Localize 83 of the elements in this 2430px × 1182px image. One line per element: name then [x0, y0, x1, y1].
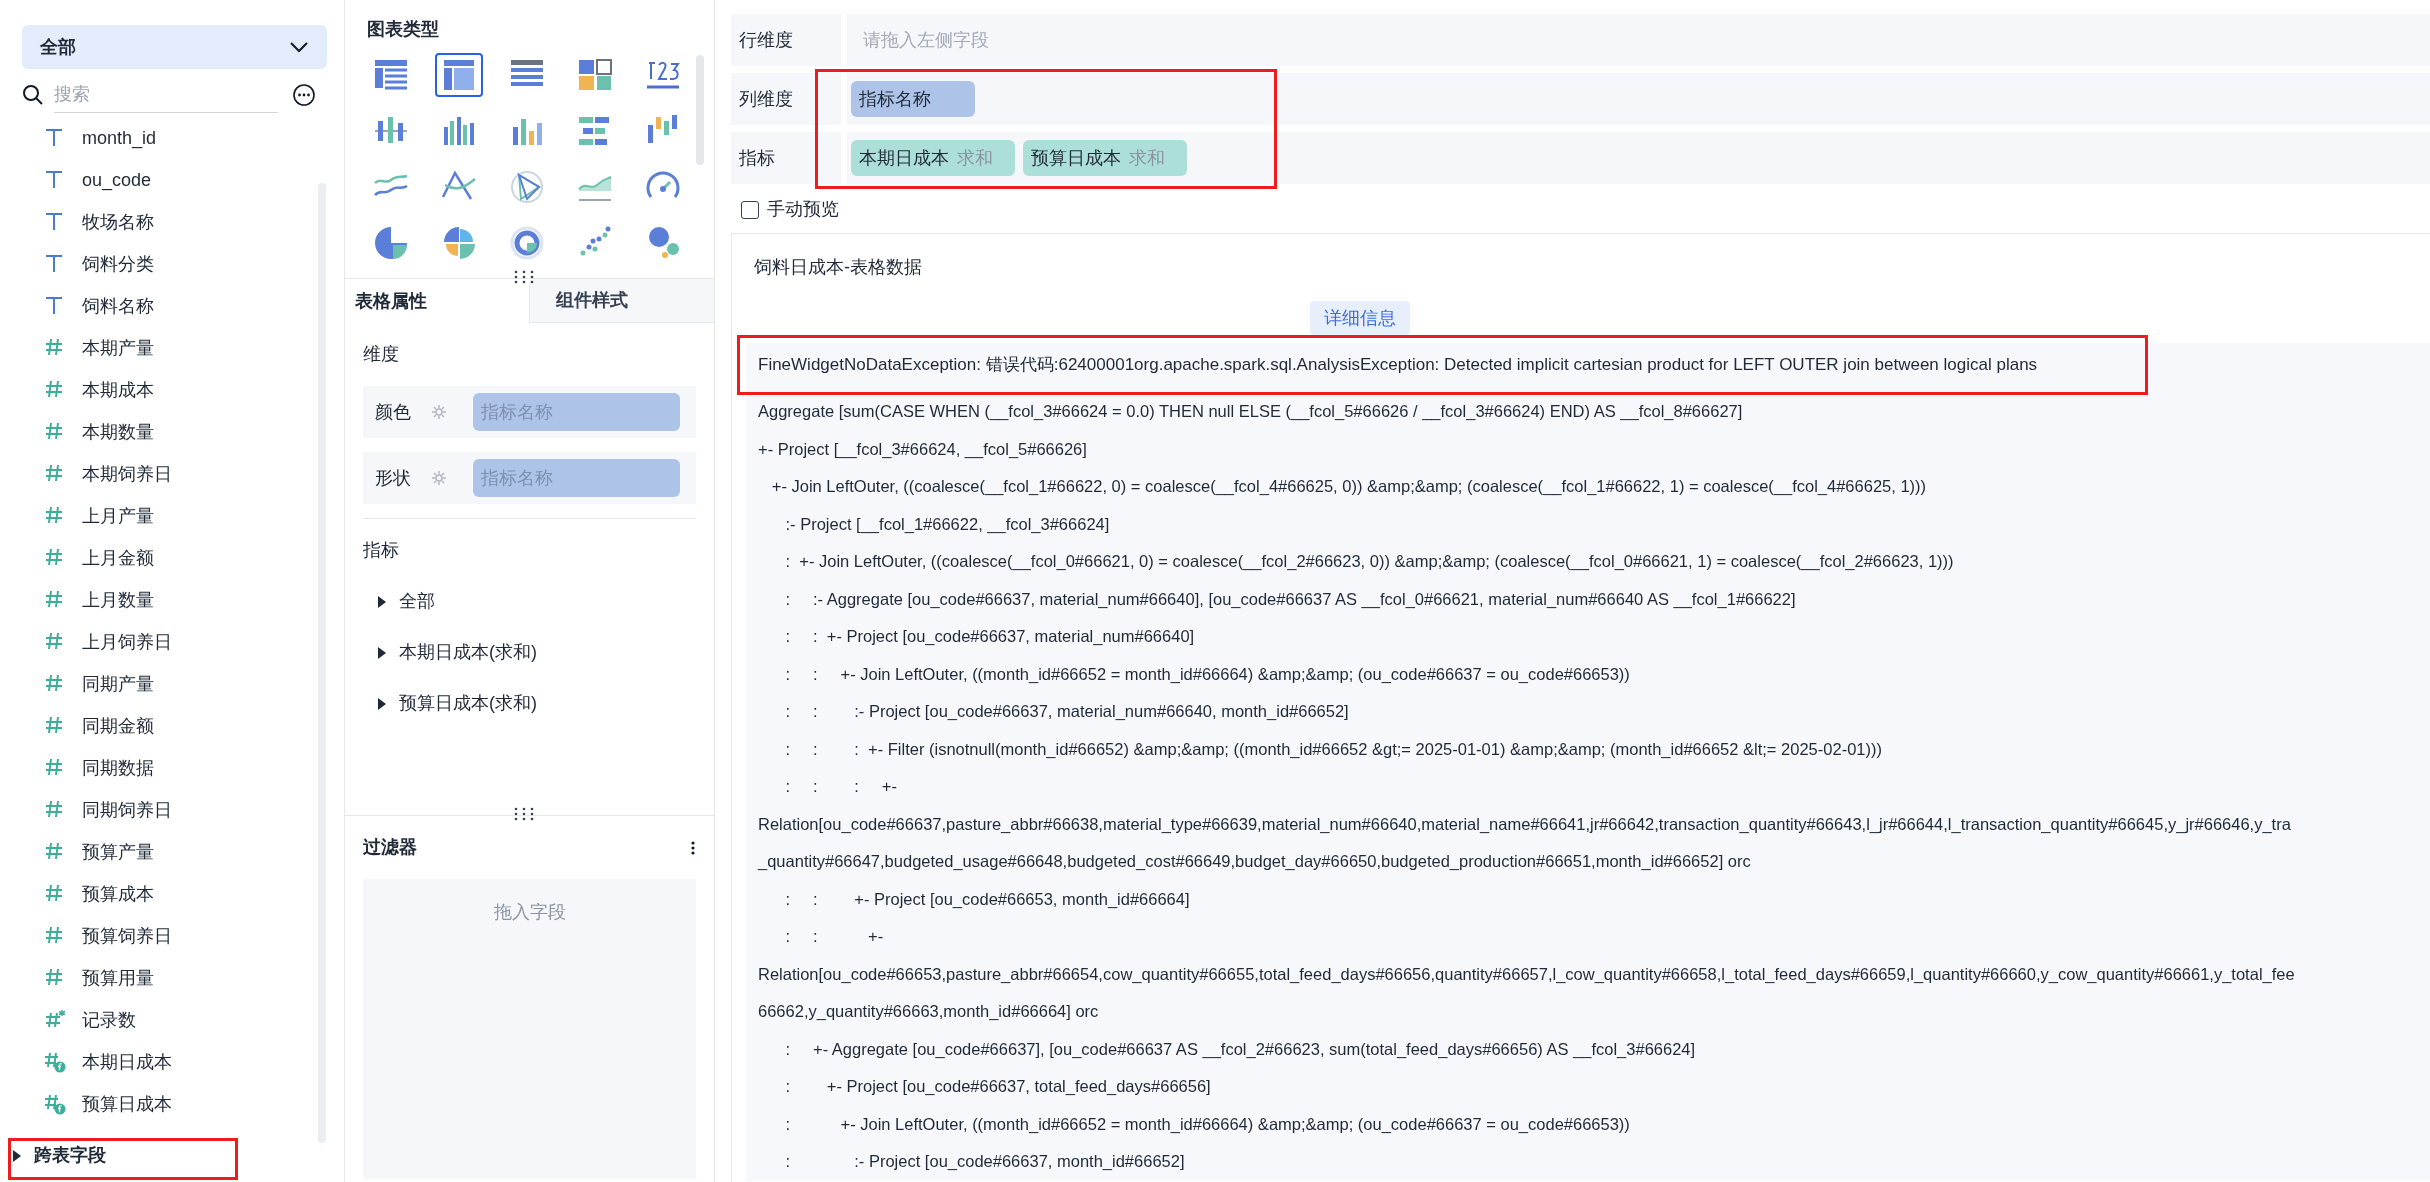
field-item[interactable]: 预算成本 — [22, 873, 318, 915]
log-line: : : : +- Filter (isnotnull(month_id#66652) &amp;&amp; ((month_id#66652 &gt;= 2025-01-01) &amp;&amp; (month_id#66652 &lt;= 2025-02-01))) — [784, 738, 1883, 760]
log-line: : :- Project [ou_code#66637, month_id#66652] — [784, 1151, 1186, 1173]
field-item[interactable]: 预算日成本 — [22, 1083, 318, 1125]
chevron-down-icon — [289, 41, 309, 53]
log-line: :- Project [__fcol_1#66622, __fcol_3#66624] — [784, 513, 1111, 536]
search-field[interactable]: 搜索 — [54, 77, 278, 113]
drop-hint: 拖入字段 — [493, 901, 566, 924]
field-item[interactable]: 本期数量 — [22, 411, 318, 453]
log-line: +- Join LeftOuter, ((coalesce(__fcol_1#66622, 0) = coalesce(__fcol_4#66625, 0)) &amp;&amp; (coalesce(__fcol_1#66622, 1) = coalesce(__fcol_4#66625, 1))) — [770, 476, 1928, 498]
field-item[interactable]: 本期日成本 — [22, 1041, 318, 1083]
log-line: 66662,y_quantity#66663,month_id#66664] orc — [758, 1001, 1100, 1023]
field-item[interactable]: 记录数 — [22, 999, 318, 1041]
shelf-label: 列维度 — [738, 87, 794, 111]
section-label: 维度 — [363, 343, 400, 366]
log-line: : : : +- — [784, 776, 898, 798]
search-icon — [22, 84, 44, 106]
field-chip[interactable]: 本期日成本 求和 — [851, 140, 1015, 176]
log-line: : : +- Project [ou_code#66653, month_id#66664] — [784, 888, 1191, 910]
tree-item[interactable]: 本期日成本(求和) — [377, 639, 537, 666]
all-dropdown[interactable]: 全部 — [22, 25, 327, 69]
log-line: Relation[ou_code#66637,pasture_abbr#66638,material_type#66639,material_num#66640,material_name#66641,jr#66642,transaction_quantity#66643,l_jr#66644,l_transaction_quantity#66645,y_jr#66646,y_tra — [758, 813, 2292, 835]
log-line: : : +- — [784, 926, 885, 948]
field-item[interactable]: 预算产量 — [22, 831, 318, 873]
log-line: +- Project [__fcol_3#66624, __fcol_5#66626] — [758, 438, 1088, 461]
field-item[interactable]: 上月饲养日 — [22, 621, 318, 663]
field-chip[interactable]: 预算日成本 求和 — [1023, 140, 1187, 176]
chart-types-title: 图表类型 — [367, 18, 440, 41]
log-line: : +- Join LeftOuter, ((coalesce(__fcol_0#66621, 0) = coalesce(__fcol_2#66623, 0)) &amp;&amp; (coalesce(__fcol_0#66621, 1) = coalesce(__fcol_2#66623, 1))) — [784, 551, 1955, 573]
tree-item[interactable]: 全部 — [377, 588, 435, 615]
row-label: 形状 — [375, 466, 412, 490]
section-label: 指标 — [363, 539, 400, 562]
log-line: : +- Aggregate [ou_code#66637], [ou_code#66637 AS __fcol_2#66623, sum(total_feed_days#66656) AS __fcol_3#66624] — [784, 1038, 1697, 1061]
scrollbar[interactable] — [696, 55, 704, 165]
field-item[interactable]: 预算饲养日 — [22, 915, 318, 957]
field-item[interactable]: 预算用量 — [22, 957, 318, 999]
log-line: : : :- Project [ou_code#66637, material_num#66640, month_id#66652] — [784, 701, 1350, 723]
drop-hint: 请拖入左侧字段 — [862, 28, 989, 52]
tab[interactable]: 组件样式 — [529, 279, 714, 323]
more-icon[interactable] — [292, 83, 316, 107]
field-item[interactable]: ou_code — [22, 159, 318, 201]
chart-type-option[interactable] — [435, 53, 483, 97]
log-line: _quantity#66647,budgeted_usage#66648,budgeted_cost#66649,budget_day#66650,budgeted_production#66651,month_id#66652] orc — [758, 851, 1752, 873]
calculated-field-icon — [44, 1051, 66, 1073]
field-item[interactable]: 上月金额 — [22, 537, 318, 579]
field-item[interactable]: 上月数量 — [22, 579, 318, 621]
field-item[interactable]: 饲料名称 — [22, 285, 318, 327]
more-icon[interactable] — [690, 839, 696, 856]
field-item[interactable]: 上月产量 — [22, 495, 318, 537]
calculated-field-icon — [44, 1093, 66, 1115]
log-line: : : +- Join LeftOuter, ((month_id#66652 = month_id#66664) &amp;&amp; (ou_code#66637 = ou_code#66653)) — [784, 663, 1631, 685]
filter-title: 过滤器 — [363, 836, 417, 859]
log-line: Relation[ou_code#66653,pasture_abbr#66654,cow_quantity#66655,total_feed_days#66656,quantity#66657,l_cow_quantity#66658,l_total_feed_days#66659,l_quantity#66660,y_cow_quantity#66661,y_total_fee — [758, 963, 2296, 985]
field-item[interactable]: month_id — [22, 117, 318, 159]
field-item[interactable]: 牧场名称 — [22, 201, 318, 243]
field-item[interactable]: 同期数据 — [22, 747, 318, 789]
log-line: : : +- Project [ou_code#66637, material_num#66640] — [784, 626, 1196, 648]
caret-right-icon — [377, 697, 387, 710]
log-line: : +- Join LeftOuter, ((month_id#66652 = month_id#66664) &amp;&amp; (ou_code#66637 = ou_code#66653)) — [784, 1113, 1631, 1135]
field-item[interactable]: 同期金额 — [22, 705, 318, 747]
cross-table-fields[interactable]: 跨表字段 — [12, 1142, 106, 1169]
field-item[interactable]: 本期成本 — [22, 369, 318, 411]
log-line: Aggregate [sum(CASE WHEN (__fcol_3#66624 = 0.0) THEN null ELSE (__fcol_5#66626 / __fcol_3#66624) END) AS __fcol_8#66627] — [758, 401, 1744, 423]
field-item[interactable]: 同期产量 — [22, 663, 318, 705]
caret-right-icon — [12, 1149, 22, 1162]
field-item[interactable]: 饲料分类 — [22, 243, 318, 285]
panel-title: 饲料日成本-表格数据 — [754, 256, 923, 279]
field-item[interactable]: 本期饲养日 — [22, 453, 318, 495]
field-item[interactable]: 本期产量 — [22, 327, 318, 369]
log-line: : +- Project [ou_code#66637, total_feed_days#66656] — [784, 1076, 1212, 1098]
detail-button[interactable]: 详细信息 — [1310, 301, 1410, 335]
log-line: : :- Aggregate [ou_code#66637, material_num#66640], [ou_code#66637 AS __fcol_0#66621, material_num#66640 AS __fcol_1#66622] — [784, 588, 1797, 611]
shelf-label: 指标 — [738, 146, 776, 170]
field-item[interactable]: 同期饲养日 — [22, 789, 318, 831]
shelf-label: 行维度 — [738, 28, 794, 52]
row-label: 颜色 — [375, 400, 412, 424]
caret-right-icon — [377, 595, 387, 608]
resize-handle-icon[interactable] — [513, 807, 535, 821]
field-chip[interactable]: 指标名称 — [851, 81, 975, 117]
manual-preview-checkbox[interactable]: 手动预览 — [741, 196, 839, 223]
error-message: FineWidgetNoDataException: 错误代码:62400001org.apache.spark.sql.AnalysisException: Detected implicit cartesian product for LEFT OUTER join between logical plans — [758, 354, 2038, 377]
caret-right-icon — [377, 646, 387, 659]
tree-item[interactable]: 预算日成本(求和) — [377, 690, 537, 717]
